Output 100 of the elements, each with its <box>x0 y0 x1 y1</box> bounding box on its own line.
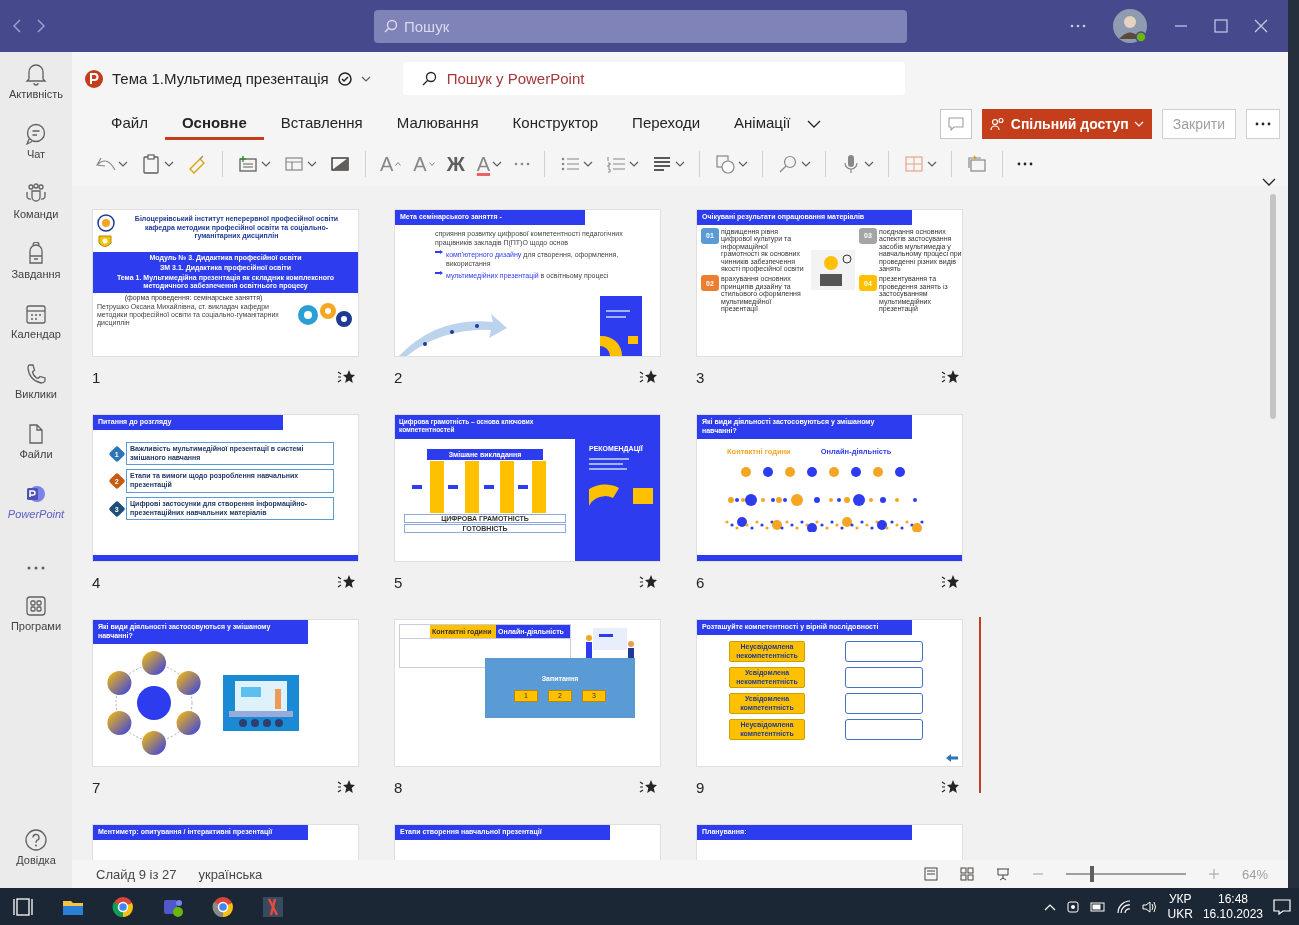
slide-number: 4 <box>92 573 101 591</box>
share-button[interactable]: Спільний доступ <box>981 108 1152 139</box>
animation-icon <box>337 779 355 795</box>
shapes-icon <box>714 153 737 175</box>
avatar[interactable] <box>1112 8 1148 44</box>
zoom-slider-thumb[interactable] <box>1089 866 1094 882</box>
meet-icon[interactable] <box>1065 899 1080 914</box>
speaker-icon[interactable] <box>1141 899 1158 914</box>
ribbon-tab[interactable]: Вставлення <box>263 107 380 140</box>
ribbon-tab[interactable]: Основне <box>164 107 264 140</box>
tool-app-icon <box>261 894 285 919</box>
browser-icon <box>211 894 235 919</box>
chevron-icon[interactable] <box>807 119 822 128</box>
presenter-icon[interactable] <box>995 867 1010 881</box>
rail-item[interactable]: Команди <box>0 182 72 242</box>
ribbon-tab[interactable]: Переходи <box>615 107 718 140</box>
animation-icon <box>941 574 959 590</box>
caret-icon <box>738 161 749 167</box>
caret-icon <box>801 161 812 167</box>
rail-item[interactable]: Календар <box>0 302 72 362</box>
back-arrow-icon <box>946 754 958 762</box>
caret-icon <box>629 161 640 167</box>
animation-icon <box>941 369 959 385</box>
rail-item[interactable]: Активність <box>0 62 72 122</box>
search-placeholder: Пошук у PowerPoint <box>446 70 585 87</box>
search-placeholder: Пошук <box>404 17 450 35</box>
caret-icon <box>261 161 271 167</box>
language-indicator[interactable]: УКР UKR <box>1167 891 1193 922</box>
slide-thumbnail[interactable] <box>394 209 661 357</box>
rail-item[interactable]: Довідка <box>0 828 72 888</box>
maximize-icon[interactable] <box>1214 19 1228 33</box>
bell-icon <box>24 62 48 86</box>
more-icon <box>1255 121 1271 126</box>
caret-icon <box>492 161 503 167</box>
rail-item[interactable]: Чат <box>0 122 72 182</box>
ribbon-tab[interactable]: Анімації <box>717 107 808 140</box>
rail-item[interactable]: PowerPoint <box>0 482 72 542</box>
arrow-icon <box>435 249 443 254</box>
help-icon <box>24 828 48 852</box>
phone-icon <box>24 362 48 386</box>
forward-icon[interactable] <box>36 18 46 34</box>
ribbon-tab[interactable]: Малювання <box>379 107 496 140</box>
wifi-icon[interactable] <box>1115 899 1132 914</box>
caret-icon <box>428 162 435 166</box>
emblem-icon <box>97 214 115 232</box>
slide-thumbnail[interactable] <box>92 414 359 562</box>
caret-icon <box>864 161 875 167</box>
clock[interactable]: 16:48 16.10.2023 <box>1202 891 1263 922</box>
clipboard-icon <box>140 153 162 175</box>
caret-icon <box>927 161 938 167</box>
slide-thumbnail[interactable] <box>696 209 963 357</box>
search-icon <box>384 19 398 33</box>
caret-icon <box>675 161 686 167</box>
more-icon[interactable] <box>27 566 45 570</box>
caret-icon <box>164 161 174 167</box>
slide-number: 2 <box>394 368 403 386</box>
animation-icon <box>639 369 657 385</box>
animation-icon <box>639 574 657 590</box>
undo-icon <box>96 157 116 171</box>
animation-icon <box>337 369 355 385</box>
close-icon[interactable] <box>1254 19 1268 33</box>
caret-icon <box>307 161 317 167</box>
slide-thumbnail[interactable] <box>92 209 359 357</box>
battery-icon[interactable] <box>1089 901 1106 912</box>
back-icon[interactable] <box>12 18 22 34</box>
search-icon <box>420 70 437 87</box>
slide-sorter-icon[interactable] <box>959 867 974 881</box>
chevron-up-icon[interactable] <box>1043 902 1056 911</box>
ribbon-tab[interactable]: Конструктор <box>495 107 616 140</box>
slide-number: 9 <box>696 778 705 796</box>
rail-item[interactable]: Виклики <box>0 362 72 422</box>
normal-view-icon[interactable] <box>923 867 938 881</box>
caret-icon[interactable] <box>360 75 371 82</box>
powerpoint-icon <box>84 68 104 89</box>
slide-number: 1 <box>92 368 101 386</box>
ribbon-tab[interactable]: Файл <box>94 107 165 140</box>
animation-icon <box>639 779 657 795</box>
notifications-icon[interactable] <box>1273 898 1291 915</box>
crest-icon <box>97 234 113 250</box>
scrollbar-thumb[interactable] <box>1270 194 1276 419</box>
rail-item[interactable]: Завдання <box>0 242 72 302</box>
bold-button[interactable]: Ж <box>442 148 469 180</box>
new-slide-icon <box>237 153 259 175</box>
slide-counter: Слайд 9 із 27 <box>96 866 177 882</box>
caret-icon <box>583 161 594 167</box>
person-at-laptop-drawing <box>811 250 855 291</box>
slide-number: 5 <box>394 573 403 591</box>
language-label[interactable]: українська <box>198 866 263 882</box>
sync-icon <box>336 70 353 87</box>
slide-number: 6 <box>696 573 705 591</box>
rail-item[interactable]: Програми <box>0 594 72 654</box>
slide-number: 8 <box>394 778 403 796</box>
people-icon <box>989 116 1006 131</box>
more-icon[interactable] <box>1070 24 1086 28</box>
slide-number: 7 <box>92 778 101 796</box>
document-title[interactable]: Тема 1.Мультимед презентація <box>112 70 329 87</box>
chevron-icon[interactable] <box>1262 178 1276 186</box>
more-icon <box>514 162 531 166</box>
search-field[interactable]: Пошук у PowerPoint <box>402 62 905 95</box>
rail-item[interactable]: Файли <box>0 422 72 482</box>
